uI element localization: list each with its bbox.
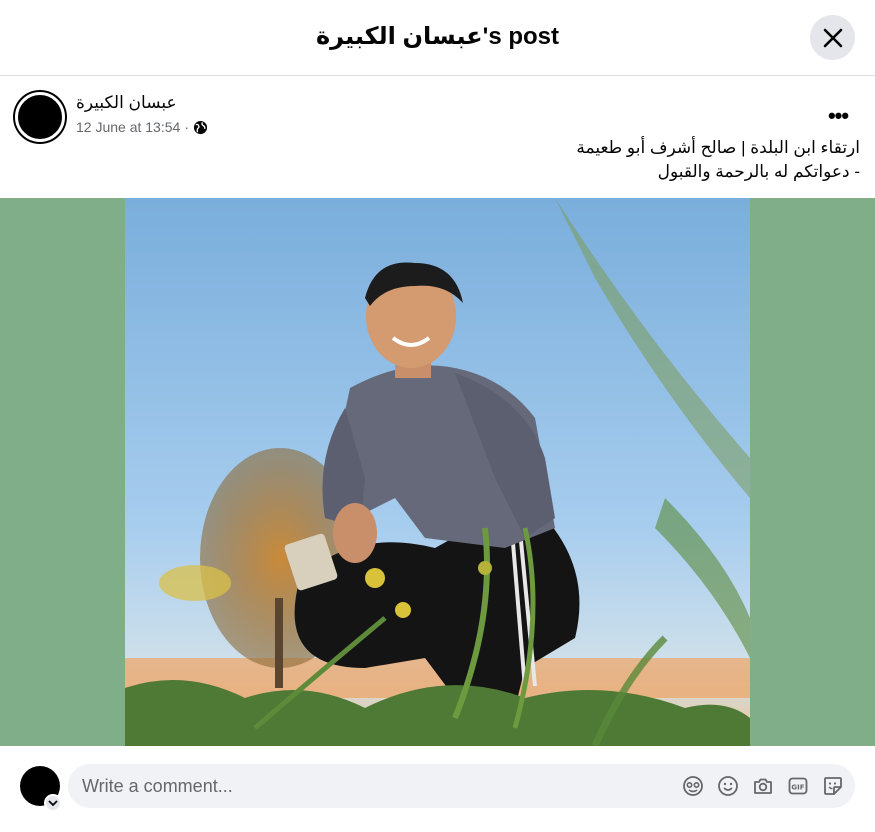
meta-separator: · bbox=[184, 119, 189, 135]
more-options-button[interactable]: ••• bbox=[820, 98, 856, 134]
post-photo[interactable] bbox=[125, 198, 750, 746]
svg-text:GIF: GIF bbox=[791, 784, 804, 792]
post-meta: 12 June at 13:54 · bbox=[76, 119, 208, 135]
comment-input[interactable] bbox=[82, 764, 662, 808]
comment-box: GIF bbox=[68, 764, 855, 808]
post-caption: ارتقاء ابن البلدة | صالح أشرف أبو طعيمة … bbox=[576, 136, 860, 184]
comment-bar: GIF bbox=[0, 746, 875, 832]
dialog-title: عبسان الكبيرة's post bbox=[315, 23, 560, 50]
globe-icon[interactable] bbox=[193, 120, 208, 135]
camera-icon[interactable] bbox=[751, 774, 775, 798]
gif-icon[interactable]: GIF bbox=[786, 774, 810, 798]
caption-line-2: - دعواتكم له بالرحمة والقبول bbox=[657, 162, 860, 181]
close-icon bbox=[823, 28, 842, 47]
post-dialog-header: عبسان الكبيرة's post bbox=[0, 0, 875, 76]
close-button[interactable] bbox=[810, 15, 855, 60]
post-header: عبسان الكبيرة 12 June at 13:54 · ••• ارت… bbox=[0, 76, 875, 198]
emoji-icon[interactable] bbox=[716, 774, 740, 798]
post-media bbox=[0, 198, 875, 746]
sticker-icon[interactable] bbox=[821, 774, 845, 798]
avatar-sticker-icon[interactable] bbox=[681, 774, 705, 798]
post-timestamp[interactable]: 12 June at 13:54 bbox=[76, 119, 180, 135]
comment-tools: GIF bbox=[681, 774, 845, 798]
chevron-down-icon[interactable] bbox=[44, 794, 62, 812]
author-name[interactable]: عبسان الكبيرة bbox=[76, 93, 177, 113]
caption-line-1: ارتقاء ابن البلدة | صالح أشرف أبو طعيمة bbox=[576, 138, 860, 157]
photo-illustration bbox=[125, 198, 750, 746]
author-avatar[interactable] bbox=[15, 92, 65, 142]
more-icon: ••• bbox=[827, 103, 849, 128]
